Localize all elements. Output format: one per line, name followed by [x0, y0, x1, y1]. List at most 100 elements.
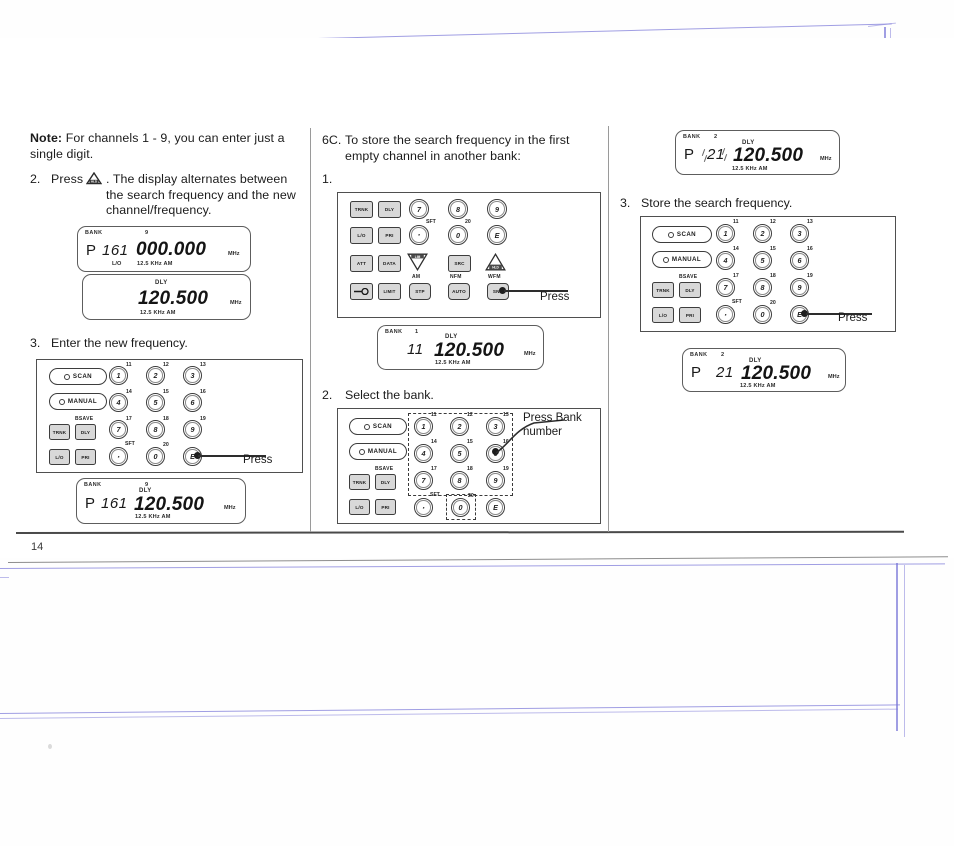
middle-step2-number: 2.	[322, 388, 333, 402]
note-text: For channels 1 - 9, you can enter just a…	[30, 131, 285, 161]
manual-button[interactable]: MANUAL	[652, 251, 712, 268]
key-3[interactable]: 3	[790, 224, 809, 243]
auto-key[interactable]: AUTO	[448, 283, 470, 300]
key-7[interactable]: 7	[716, 278, 735, 297]
key-8[interactable]: 8	[450, 471, 469, 490]
key-e[interactable]: E	[486, 498, 505, 517]
key-9[interactable]: 9	[183, 420, 202, 439]
manual-button[interactable]: MANUAL	[49, 393, 107, 410]
dly-key[interactable]: DLY	[378, 201, 401, 218]
key-9[interactable]: 9	[486, 471, 505, 490]
lo-key[interactable]: L/O	[350, 227, 373, 244]
lcd-lo-indicator: L/O	[112, 261, 122, 267]
key-0[interactable]: 0	[451, 498, 470, 517]
key-2[interactable]: 2	[753, 224, 772, 243]
key-2[interactable]: 2	[450, 417, 469, 436]
am-label: AM	[412, 274, 421, 280]
lcd-bank-label: BANK	[690, 352, 708, 358]
lo-key[interactable]: L/O	[49, 449, 70, 465]
manual-led-icon	[358, 448, 365, 455]
manual-led-icon	[58, 398, 65, 405]
lcd-unit: MHz	[828, 374, 840, 380]
hld-triangle-icon[interactable]: HLD	[485, 252, 506, 276]
lht-key[interactable]: LIMIT	[378, 283, 401, 300]
trunk-key[interactable]: TRNK	[350, 201, 373, 218]
stp-key[interactable]: STP	[409, 283, 431, 300]
trunk-key[interactable]: TRNK	[49, 424, 70, 440]
key-5[interactable]: 5	[146, 393, 165, 412]
pri-key[interactable]: PRI	[679, 307, 701, 323]
key-e[interactable]: E	[487, 225, 507, 245]
key-1[interactable]: 1	[109, 366, 128, 385]
manual-led-icon	[662, 256, 669, 263]
lcd-frequency: 120.500	[741, 363, 812, 384]
lcd-mode: 12.5 KHz AM	[135, 514, 171, 520]
left-step2-number: 2.	[30, 172, 41, 186]
lcd-mode: 12.5 KHz AM	[137, 261, 173, 267]
key-dot[interactable]: ·	[716, 305, 735, 324]
manual-button[interactable]: MANUAL	[349, 443, 407, 460]
key-lock-icon[interactable]	[350, 283, 373, 300]
lo-key[interactable]: L/O	[652, 307, 674, 323]
key-4[interactable]: 4	[414, 444, 433, 463]
key-5[interactable]: 5	[753, 251, 772, 270]
scan-button[interactable]: SCAN	[349, 418, 407, 435]
key-4[interactable]: 4	[109, 393, 128, 412]
lim-down-triangle-icon[interactable]: LIM	[407, 253, 428, 276]
key-1[interactable]: 1	[716, 224, 735, 243]
key-5[interactable]: 5	[450, 444, 469, 463]
key-dot[interactable]: ·	[414, 498, 433, 517]
key-7[interactable]: 7	[414, 471, 433, 490]
key-4[interactable]: 4	[716, 251, 735, 270]
key-5-sup: 15	[770, 246, 776, 252]
scan-button-label: SCAN	[72, 373, 93, 380]
pri-key[interactable]: PRI	[75, 449, 96, 465]
bsave-label: BSAVE	[375, 466, 394, 472]
scan-button[interactable]: SCAN	[652, 226, 712, 243]
key-1[interactable]: 1	[414, 417, 433, 436]
data-key[interactable]: DATA	[378, 255, 401, 272]
scan-button[interactable]: SCAN	[49, 368, 107, 385]
key-8[interactable]: 8	[146, 420, 165, 439]
att-key[interactable]: ATT	[350, 255, 373, 272]
key-2[interactable]: 2	[146, 366, 165, 385]
lcd-bank-number: 2	[721, 352, 725, 358]
key-8[interactable]: 8	[753, 278, 772, 297]
bsave-label: BSAVE	[75, 416, 94, 422]
key-9-sup: 19	[200, 416, 206, 422]
key-3[interactable]: 3	[183, 366, 202, 385]
key-dot[interactable]: ·	[109, 447, 128, 466]
svg-text:HLD: HLD	[91, 180, 98, 184]
pri-key[interactable]: PRI	[375, 499, 396, 515]
keypad-left-press-label: Press	[243, 454, 273, 466]
key-8[interactable]: 8	[448, 199, 468, 219]
key-0[interactable]: 0	[753, 305, 772, 324]
key-7[interactable]: 7	[409, 199, 429, 219]
lcd-bank-label: BANK	[85, 230, 103, 236]
key-6[interactable]: 6	[183, 393, 202, 412]
key-9-sup: 19	[503, 466, 509, 472]
manual-button-label: MANUAL	[67, 398, 98, 405]
trunk-key[interactable]: TRNK	[349, 474, 370, 490]
pri-key[interactable]: PRI	[378, 227, 401, 244]
key-7[interactable]: 7	[109, 420, 128, 439]
dly-key[interactable]: DLY	[679, 282, 701, 298]
pen-line-bottom-right-vert-2	[904, 565, 906, 737]
dly-key[interactable]: DLY	[75, 424, 96, 440]
key-0[interactable]: 0	[146, 447, 165, 466]
left-step2-text-b: . The display alternates between the sea…	[106, 172, 296, 218]
src-key[interactable]: SRC	[448, 255, 471, 272]
bsave-label: BSAVE	[679, 274, 698, 280]
lcd-frequency: 120.500	[434, 340, 505, 361]
dly-key[interactable]: DLY	[375, 474, 396, 490]
key-9[interactable]: 9	[790, 278, 809, 297]
key-0[interactable]: 0	[448, 225, 468, 245]
scanned-page-canvas: 14 Note: For channels 1 - 9, you can ent…	[0, 0, 954, 846]
key-9[interactable]: 9	[487, 199, 507, 219]
lcd-unit: MHz	[228, 251, 240, 257]
key-6[interactable]: 6	[790, 251, 809, 270]
trunk-key[interactable]: TRNK	[652, 282, 674, 298]
key-6-sup: 16	[807, 246, 813, 252]
key-dot[interactable]: ·	[409, 225, 429, 245]
lo-key[interactable]: L/O	[349, 499, 370, 515]
